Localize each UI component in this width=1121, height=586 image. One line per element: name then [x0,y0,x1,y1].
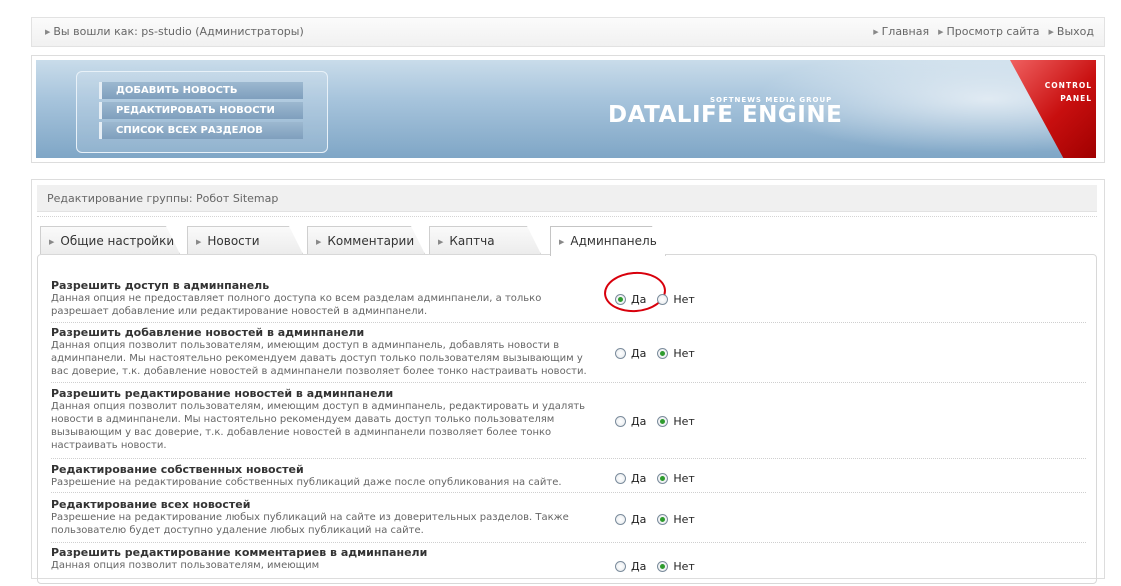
brand-logo: DATALIFE ENGINE [608,102,843,128]
nav-logout-link[interactable]: ▶ Выход [1049,25,1094,38]
logged-in-info: ▶ Вы вошли как: ps-studio (Администраторы… [45,25,304,38]
setting-title: Разрешить доступ в админпанель [51,279,270,292]
radio-yes-label: Да [631,472,647,485]
radio-no-label: Нет [673,472,695,485]
setting-options: Да Нет [615,513,706,526]
setting-options: Да Нет [615,415,706,428]
setting-row-own-news: Редактирование собственных новостей Разр… [51,463,1086,493]
sections-list-button[interactable]: СПИСОК ВСЕХ РАЗДЕЛОВ [99,122,303,139]
header-banner-frame: ДОБАВИТЬ НОВОСТЬ РЕДАКТИРОВАТЬ НОВОСТИ С… [31,55,1105,163]
setting-row-admin-access: Разрешить доступ в админпанель Данная оп… [51,269,1086,323]
setting-description: Данная опция позволит пользователям, име… [51,401,586,451]
tab-news[interactable]: ▶ Новости [187,226,303,254]
setting-title: Разрешить редактирование комментариев в … [51,546,428,559]
arrow-icon: ▶ [316,238,322,246]
divider [37,216,1097,221]
radio-yes-label: Да [631,513,647,526]
setting-description: Данная опция не предоставляет полного до… [51,293,542,317]
page-title: Редактирование группы: Робот Sitemap [37,185,1097,212]
radio-no-label: Нет [673,293,695,306]
setting-description: Данная опция позволит пользователям, име… [51,340,587,377]
radio-yes-label: Да [631,415,647,428]
radio-no[interactable] [657,473,669,484]
setting-row-edit-news: Разрешить редактирование новостей в адми… [51,387,1086,459]
quick-menu-panel: ДОБАВИТЬ НОВОСТЬ РЕДАКТИРОВАТЬ НОВОСТИ С… [76,71,328,153]
setting-row-add-news: Разрешить добавление новостей в админпан… [51,326,1086,383]
tab-label: Каптча [449,234,495,248]
nav-logout-label: Выход [1056,25,1094,38]
radio-no[interactable] [657,348,669,359]
settings-tabs: ▶ Общие настройки ▶ Новости ▶ Комментарии ▶… [40,226,1100,256]
radio-yes-label: Да [631,347,647,360]
radio-yes[interactable] [615,473,626,484]
control-panel-label: CONTROL PANEL [1045,79,1092,105]
nav-view-site-link[interactable]: ▶ Просмотр сайта [938,25,1039,38]
control-panel-line1: CONTROL [1044,81,1092,90]
arrow-icon: ▶ [49,238,55,246]
highlight-circle [602,269,668,315]
radio-yes[interactable] [615,514,626,525]
arrow-icon: ▶ [559,238,565,246]
arrow-icon: ▶ [438,238,444,246]
nav-home-link[interactable]: ▶ Главная [873,25,929,38]
logged-in-text: Вы вошли как: ps-studio (Администраторы) [53,25,304,38]
tab-captcha[interactable]: ▶ Каптча [429,226,541,254]
tab-label: Общие настройки [60,234,175,248]
radio-no-label: Нет [673,513,695,526]
group-edit-panel: Редактирование группы: Робот Sitemap ▶ Об… [31,179,1105,584]
control-panel-line2: PANEL [1060,94,1092,103]
radio-yes[interactable] [615,348,626,359]
radio-no[interactable] [657,514,669,525]
setting-row-all-news: Редактирование всех новостей Разрешение … [51,498,1086,543]
nav-home-label: Главная [881,25,930,38]
settings-list: Разрешить доступ в админпанель Данная оп… [37,254,1097,584]
nav-view-site-label: Просмотр сайта [946,25,1040,38]
radio-no-label: Нет [673,415,695,428]
setting-title: Редактирование собственных новостей [51,463,304,476]
setting-options: Да Нет [615,472,706,485]
tab-adminpanel[interactable]: ▶ Админпанель [550,226,666,256]
setting-title: Редактирование всех новостей [51,498,251,511]
setting-description: Разрешение на редактирование собственных… [51,477,562,488]
tab-comments[interactable]: ▶ Комментарии [307,226,425,254]
arrow-icon: ▶ [196,238,202,246]
radio-yes[interactable] [615,294,626,305]
arrow-icon: ▶ [938,28,944,36]
tab-general[interactable]: ▶ Общие настройки [40,226,180,254]
setting-options: Да Нет [615,347,706,360]
add-news-button[interactable]: ДОБАВИТЬ НОВОСТЬ [99,82,303,99]
arrow-icon: ▶ [45,28,51,36]
setting-description: Данная опция позволит пользователям, име… [51,560,320,571]
radio-no[interactable] [657,294,669,305]
radio-no[interactable] [657,416,669,427]
radio-yes-label: Да [631,293,647,306]
top-bar: ▶ Вы вошли как: ps-studio (Администраторы… [31,17,1105,47]
header-banner: ДОБАВИТЬ НОВОСТЬ РЕДАКТИРОВАТЬ НОВОСТИ С… [36,60,1096,158]
setting-description: Разрешение на редактирование любых публи… [51,512,569,536]
radio-no-label: Нет [673,347,695,360]
arrow-icon: ▶ [873,28,879,36]
setting-title: Разрешить добавление новостей в админпан… [51,326,365,339]
top-nav: ▶ Главная ▶ Просмотр сайта ▶ Выход [873,25,1094,38]
edit-news-button[interactable]: РЕДАКТИРОВАТЬ НОВОСТИ [99,102,303,119]
tab-label: Комментарии [327,234,415,248]
setting-options: Да Нет [615,293,706,306]
radio-yes[interactable] [615,416,626,427]
tab-label: Новости [207,234,260,248]
setting-title: Разрешить редактирование новостей в адми… [51,387,394,400]
tab-label: Админпанель [570,234,657,248]
setting-row-edit-comments: Разрешить редактирование комментариев в … [51,546,1086,586]
arrow-icon: ▶ [1048,28,1054,36]
